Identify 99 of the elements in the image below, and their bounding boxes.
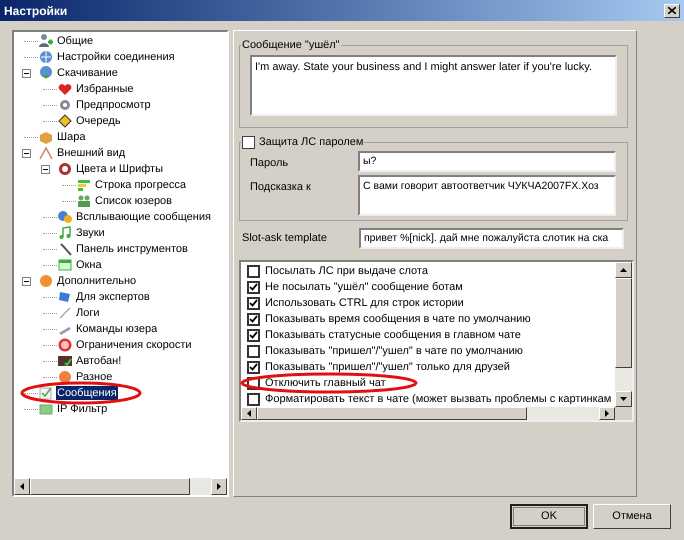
collapse-icon[interactable] bbox=[40, 164, 50, 174]
checkbox[interactable] bbox=[247, 344, 260, 358]
tree-item[interactable]: Шара bbox=[56, 130, 86, 144]
tree-item[interactable]: Настройки соединения bbox=[56, 50, 176, 64]
tree-item[interactable]: Цвета и Шрифты bbox=[75, 162, 164, 176]
warning-sign-icon bbox=[57, 113, 73, 129]
scroll-thumb[interactable] bbox=[257, 407, 527, 420]
people-icon bbox=[76, 193, 92, 209]
checkbox[interactable] bbox=[247, 280, 260, 294]
close-button[interactable] bbox=[664, 4, 680, 18]
option-label: Показывать статусные сообщения в главном чате bbox=[265, 328, 521, 343]
vertical-scrollbar[interactable] bbox=[615, 262, 632, 407]
tree-item[interactable]: Окна bbox=[75, 258, 103, 272]
tree-item[interactable]: Строка прогресса bbox=[94, 178, 188, 192]
left-arrow-icon bbox=[20, 483, 24, 490]
option-label: Показывать "пришел"/"ушел" в чате по умолчанию bbox=[265, 344, 523, 359]
checkbox[interactable] bbox=[247, 296, 260, 310]
tree-item[interactable]: IP Фильтр bbox=[56, 402, 108, 416]
checkbox[interactable] bbox=[247, 328, 260, 342]
person-icon bbox=[38, 33, 54, 49]
tree-item[interactable]: Всплывающие сообщения bbox=[75, 210, 212, 224]
tree-item[interactable]: Автобан! bbox=[75, 354, 122, 368]
tree-item[interactable]: Разное bbox=[75, 370, 114, 384]
gear-icon bbox=[57, 97, 73, 113]
collapse-icon[interactable] bbox=[22, 276, 30, 286]
tree-item[interactable]: Сообщения bbox=[56, 386, 118, 400]
box-icon bbox=[38, 129, 54, 145]
tree-item[interactable]: Внешний вид bbox=[56, 146, 126, 160]
right-arrow-icon bbox=[217, 483, 221, 490]
monitor-icon bbox=[57, 289, 73, 305]
dialog-button[interactable]: Отмена bbox=[593, 504, 671, 529]
speech-bubbles-icon bbox=[57, 209, 73, 225]
palette-icon bbox=[57, 161, 73, 177]
tree-item[interactable]: Предпросмотр bbox=[75, 98, 152, 112]
globe-icon bbox=[38, 65, 54, 81]
scroll-left-button[interactable] bbox=[241, 407, 257, 420]
checkbox[interactable] bbox=[247, 312, 260, 326]
checkbox[interactable] bbox=[247, 360, 260, 374]
tree-item[interactable]: Логи bbox=[75, 306, 100, 320]
checkmark-icon bbox=[249, 363, 258, 371]
tree-item[interactable]: Звуки bbox=[75, 226, 106, 240]
scroll-right-button[interactable] bbox=[599, 407, 615, 420]
scroll-right-button[interactable] bbox=[211, 478, 227, 495]
window-icon bbox=[57, 257, 73, 273]
option-label: Не посылать "ушёл" сообщение ботам bbox=[265, 280, 463, 295]
scroll-up-button[interactable] bbox=[615, 262, 632, 278]
collapse-icon[interactable] bbox=[22, 148, 30, 158]
film-icon bbox=[57, 353, 73, 369]
option-label: Посылать ЛС при выдаче слота bbox=[265, 264, 428, 279]
bars-icon bbox=[76, 177, 92, 193]
tree-item[interactable]: Команды юзера bbox=[75, 322, 158, 336]
speed-limit-icon bbox=[57, 337, 73, 353]
dialog-button[interactable]: OK bbox=[510, 504, 588, 529]
tree-item[interactable]: Избранные bbox=[75, 82, 135, 96]
down-arrow-icon bbox=[620, 397, 627, 401]
scroll-down-button[interactable] bbox=[615, 391, 632, 407]
globe-icon bbox=[38, 49, 54, 65]
option-label: Показывать "пришел"/"ушел" только для друзей bbox=[265, 360, 510, 375]
up-arrow-icon bbox=[620, 268, 627, 272]
option-label: Использовать CTRL для строк истории bbox=[265, 296, 464, 311]
checkbox[interactable] bbox=[242, 136, 255, 149]
tree-item[interactable]: Очередь bbox=[75, 114, 122, 128]
option-label: Отключить главный чат bbox=[265, 376, 386, 391]
field-label: Подсказка к bbox=[250, 180, 312, 194]
text-area[interactable]: С вами говорит автоответчик ЧУКЧА2007FX.Хоз bbox=[358, 174, 616, 216]
tree-item[interactable]: Общие bbox=[56, 34, 94, 48]
field-label: Пароль bbox=[250, 156, 290, 170]
window-title: Настройки bbox=[4, 2, 68, 20]
away-message-field[interactable]: I'm away. State your business and I might answer later if you're lucky. bbox=[250, 54, 617, 116]
horizontal-scrollbar[interactable] bbox=[241, 407, 632, 420]
scroll-thumb[interactable] bbox=[30, 478, 190, 495]
left-arrow-icon bbox=[247, 410, 251, 417]
scroll-thumb[interactable] bbox=[615, 278, 632, 368]
collapse-icon[interactable] bbox=[22, 68, 30, 78]
scrollbar-corner bbox=[615, 407, 632, 420]
right-arrow-icon bbox=[605, 410, 609, 417]
close-icon bbox=[668, 7, 676, 14]
tree-item[interactable]: Панель инструментов bbox=[75, 242, 189, 256]
ball-icon bbox=[57, 369, 73, 385]
scroll-left-button[interactable] bbox=[14, 478, 30, 495]
slot-ask-field[interactable]: привет %[nick]. дай мне пожалуйста слотик на ска bbox=[359, 228, 624, 249]
tree-item[interactable]: Скачивание bbox=[56, 66, 119, 80]
checkbox[interactable] bbox=[247, 264, 260, 278]
heart-icon bbox=[57, 81, 73, 97]
input-field[interactable]: ы? bbox=[358, 150, 616, 172]
field-label: Slot-ask template bbox=[241, 231, 328, 246]
horizontal-scrollbar[interactable] bbox=[14, 478, 227, 495]
tree-item[interactable]: Ограничения скорости bbox=[75, 338, 193, 352]
checkbox[interactable] bbox=[247, 392, 260, 406]
option-label: Форматировать текст в чате (может вызвать проблемы с картинкам bbox=[265, 392, 612, 407]
group-label: Сообщение "ушёл" bbox=[241, 38, 341, 53]
checkbox-label: Защита ЛС паролем bbox=[259, 135, 364, 150]
music-note-icon bbox=[57, 225, 73, 241]
pencil-icon bbox=[57, 305, 73, 321]
tree-item[interactable]: Список юзеров bbox=[94, 194, 174, 208]
ball-icon bbox=[38, 273, 54, 289]
option-label: Показывать время сообщения в чате по умолчанию bbox=[265, 312, 531, 327]
tree-item[interactable]: Для экспертов bbox=[75, 290, 151, 304]
tree-item[interactable]: Дополнительно bbox=[56, 274, 138, 288]
